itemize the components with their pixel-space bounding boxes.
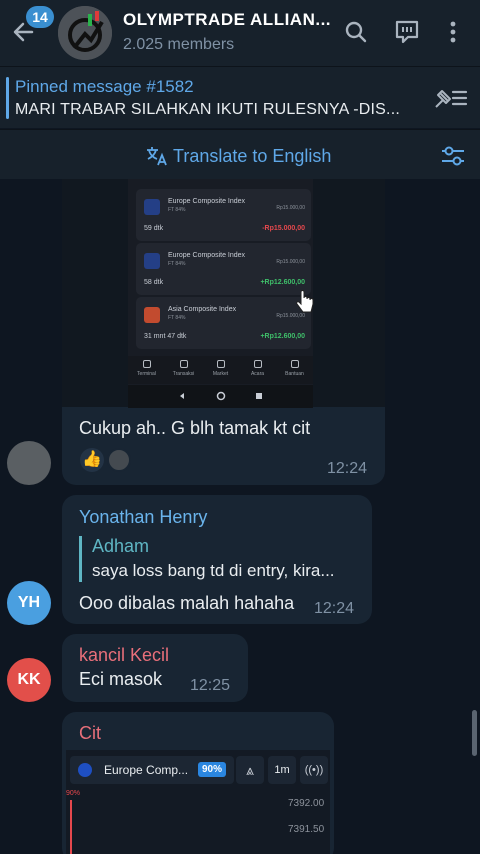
nav-terminal: Terminal [130,356,164,384]
card-name: Asia Composite Index [168,306,237,313]
pin-list-icon[interactable] [432,85,468,111]
unread-count-badge: 14 [26,6,54,28]
card-amount: +Rp12.600,00 [260,333,305,340]
message-time: 12:24 [314,600,355,617]
message-time: 12:25 [190,677,231,694]
quote-author: Adham [92,536,150,556]
pinned-text: MARI TRABAR SILAHKAN IKUTI RULESNYA -DIS… [15,101,400,118]
translate-label: Translate to English [173,145,332,166]
index-flag-icon [144,307,160,323]
price-label: 7392.00 [288,798,325,809]
card-name: Europe Composite Index [168,198,246,205]
trade-card: Europe Composite Index FT 84% Rp15.000,0… [136,243,311,295]
card-time: 59 dtk [144,225,164,232]
pinned-message-bar[interactable]: Pinned message #1582 MARI TRABAR SILAHKA… [0,66,480,128]
chart-tool-button: ⩓ [236,756,264,784]
reply-quote[interactable]: Adham saya loss bang td di entry, kira..… [79,536,335,582]
system-nav-icons [180,391,262,401]
user-avatar[interactable]: KK [7,658,51,702]
search-icon[interactable] [342,18,370,46]
more-vertical-icon[interactable] [439,18,467,46]
card-name: Europe Composite Index [168,252,246,259]
signal-icon: ((•)) [300,756,328,784]
percent-marker: 90% [66,790,81,797]
card-sub: FT 84% [168,315,186,321]
card-sub: FT 84% [168,261,186,267]
cursor-hand-icon [296,290,314,313]
reaction-thumbs-up[interactable]: 👍 [80,448,104,472]
member-count: 2.025 members [123,36,235,53]
price-line [70,800,72,854]
translate-settings-icon[interactable] [440,144,466,168]
card-amount: +Rp12.600,00 [260,279,305,286]
message-text: Ooo dibalas malah hahaha [79,593,295,613]
group-logo-icon [58,6,112,60]
payout-badge: 90% [198,762,227,777]
index-flag-icon [144,199,160,215]
quote-text: saya loss bang td di entry, kira... [92,561,335,580]
screenshot-nav: Terminal Transaksi Market Acara Bantuan [128,356,313,384]
message-time: 12:24 [327,460,368,477]
user-avatar[interactable]: YH [7,581,51,625]
card-time: 31 mnt 47 dtk [144,333,187,340]
translate-bar[interactable]: Translate to English [0,129,480,179]
group-title[interactable]: OLYMPTRADE ALLIAN... [123,10,331,30]
trade-card: Europe Composite Index FT 84% Rp15.000,0… [136,189,311,241]
card-amount: -Rp15.000,00 [262,225,305,232]
flag-icon [78,763,92,777]
chat-bubble-icon[interactable] [393,18,421,46]
pinned-title: Pinned message #1582 [15,77,194,96]
index-flag-icon [144,253,160,269]
trade-card: Asia Composite Index FT 84% Rp15.000,00 … [136,297,311,349]
screenshot-system-bar [128,385,313,408]
nav-market: Market [204,356,238,384]
chat-header: 14 OLYMPTRADE ALLIAN... 2.025 members [0,0,480,66]
card-rate: Rp15.000,00 [276,205,305,211]
price-label: 7391.50 [288,824,325,835]
sender-name[interactable]: Yonathan Henry [79,507,207,528]
group-avatar[interactable] [58,6,112,60]
card-rate: Rp15.000,00 [276,259,305,265]
sender-name[interactable]: kancil Kecil [79,645,169,666]
card-sub: FT 84% [168,207,186,213]
card-time: 58 dtk [144,279,164,286]
sender-name[interactable]: Cit [79,723,101,744]
reaction-avatar[interactable] [107,448,131,472]
chat-scrollbar[interactable] [472,710,477,756]
user-avatar[interactable] [7,441,51,485]
ticker-name: Europe Comp... [104,763,189,777]
message-text: Cukup ah.. G blh tamak kt cit [79,418,311,438]
nav-transaksi: Transaksi [167,356,201,384]
shared-chart-image[interactable]: Europe Comp... 90% ⩓ 1m ((•)) 7392.00 73… [66,750,330,854]
interval-button: 1m [268,756,296,784]
nav-bantuan: Bantuan [278,356,312,384]
ticker-bar: Europe Comp... 90% [70,756,234,784]
pinned-indicator [6,77,9,119]
telegram-chat-screen: 14 OLYMPTRADE ALLIAN... 2.025 members Pi… [0,0,480,854]
nav-acara: Acara [241,356,275,384]
translate-icon [147,147,167,166]
translate-button[interactable]: Translate to English [145,145,331,167]
message-text: Eci masok [79,669,163,689]
